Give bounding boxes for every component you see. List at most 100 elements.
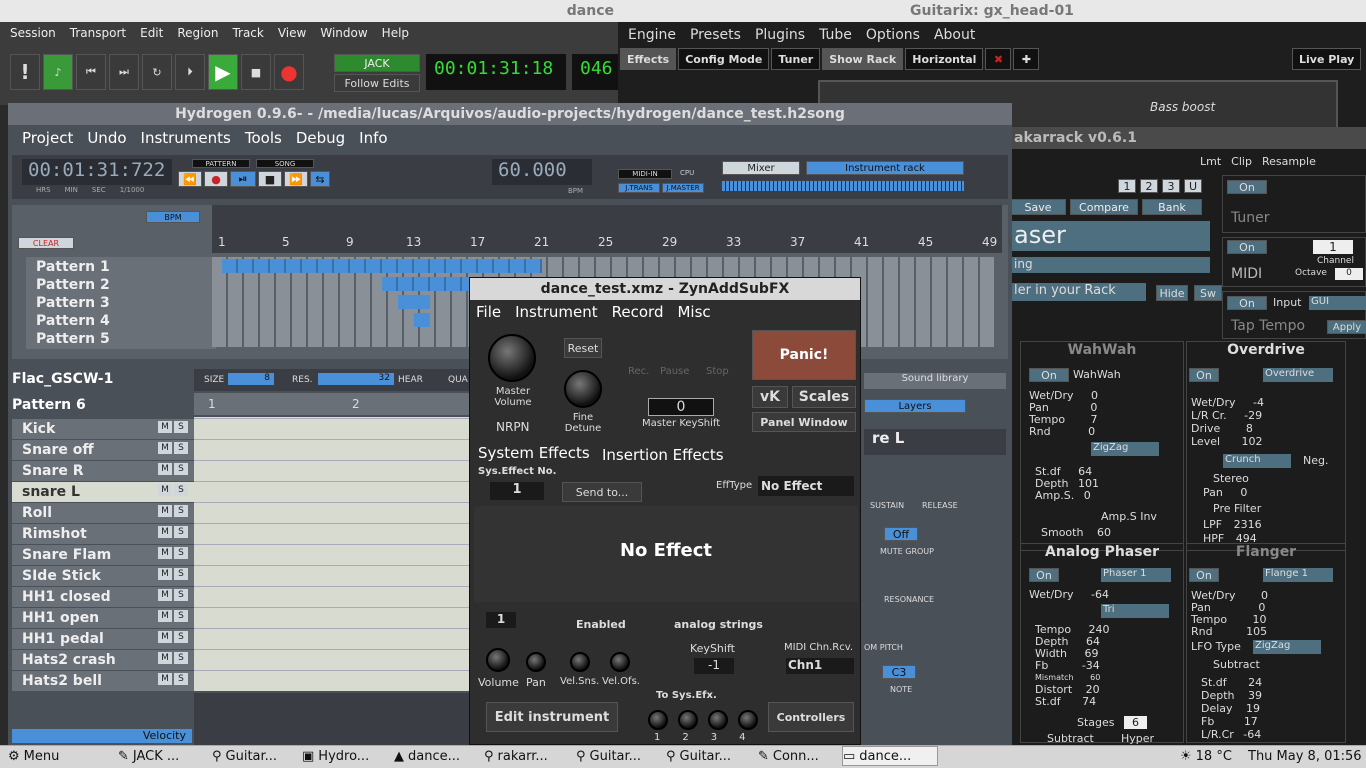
- taskbar-item-rakarrack[interactable]: ⚲ rakarr...: [484, 746, 548, 766]
- channel-value[interactable]: 1: [1313, 240, 1353, 254]
- mute-button[interactable]: M: [158, 505, 172, 517]
- panel-window-button[interactable]: Panel Window: [752, 412, 856, 432]
- tap-on-button[interactable]: On: [1227, 296, 1267, 310]
- song-mode-button[interactable]: SONG: [256, 159, 314, 168]
- metronome-button[interactable]: ♪: [43, 54, 73, 90]
- mute-button[interactable]: M: [158, 463, 172, 475]
- rec-label[interactable]: Rec.: [628, 366, 649, 377]
- vel-sns-knob[interactable]: [570, 652, 590, 672]
- mute-button[interactable]: M: [158, 484, 172, 496]
- taskbar-item-jack[interactable]: ✎ JACK ...: [118, 746, 179, 766]
- taskbar-item-dance[interactable]: ▲ dance...: [394, 746, 460, 766]
- menu-tools[interactable]: Tools: [245, 129, 282, 147]
- od-prefilter-check[interactable]: Pre Filter: [1213, 502, 1261, 515]
- solo-button[interactable]: S: [174, 421, 188, 433]
- menu-help[interactable]: Help: [382, 26, 409, 40]
- stop-label[interactable]: Stop: [706, 366, 729, 377]
- keyshift-value[interactable]: 0: [648, 398, 714, 416]
- edit-instrument-button[interactable]: Edit instrument: [486, 702, 618, 732]
- solo-button[interactable]: S: [174, 526, 188, 538]
- mute-button[interactable]: M: [158, 589, 172, 601]
- clear-button[interactable]: CLEAR: [18, 237, 74, 249]
- aphaser-lfo-select[interactable]: Tri: [1101, 604, 1169, 618]
- stop-button[interactable]: ■: [241, 54, 271, 90]
- aphaser-preset-select[interactable]: Phaser 1: [1101, 568, 1171, 582]
- midi-on-button[interactable]: On: [1227, 240, 1267, 254]
- size-value[interactable]: 8: [228, 373, 274, 385]
- mute-button[interactable]: M: [158, 547, 172, 559]
- solo-button[interactable]: S: [174, 631, 188, 643]
- aph-subtract[interactable]: Subtract: [1047, 732, 1094, 745]
- flanger-preset-select[interactable]: Flange 1: [1263, 568, 1333, 582]
- show-rack-button[interactable]: Show Rack: [822, 48, 904, 70]
- preset-2-button[interactable]: 2: [1140, 179, 1158, 193]
- tuner-on-button[interactable]: On: [1227, 180, 1267, 194]
- send-to-button[interactable]: Send to...: [562, 482, 642, 502]
- aphaser-on-button[interactable]: On: [1029, 568, 1059, 582]
- plus-icon[interactable]: ✚: [1013, 48, 1040, 70]
- menu-window[interactable]: Window: [320, 26, 367, 40]
- solo-button[interactable]: S: [174, 442, 188, 454]
- controllers-button[interactable]: Controllers: [768, 702, 854, 732]
- preset-u-button[interactable]: U: [1184, 179, 1202, 193]
- solo-button[interactable]: S: [174, 463, 188, 475]
- menu-view[interactable]: View: [278, 26, 306, 40]
- config-mode-button[interactable]: Config Mode: [678, 48, 770, 70]
- menu-instrument[interactable]: Instrument: [515, 303, 598, 321]
- sound-library-tab[interactable]: Sound library: [864, 373, 1006, 389]
- loop-button[interactable]: ⇆: [310, 171, 330, 187]
- od-stereo-check[interactable]: Stereo: [1213, 472, 1249, 485]
- menu-record[interactable]: Record: [612, 303, 664, 321]
- hydrogen-bpm[interactable]: 60.000: [492, 159, 592, 185]
- mute-button[interactable]: M: [158, 526, 172, 538]
- forward-button[interactable]: ⏩: [284, 171, 308, 187]
- menu-undo[interactable]: Undo: [87, 129, 126, 147]
- od-neg-check[interactable]: Neg.: [1303, 454, 1328, 467]
- menu-file[interactable]: File: [476, 303, 501, 321]
- solo-button[interactable]: S: [174, 589, 188, 601]
- overdrive-preset-select[interactable]: Overdrive: [1263, 368, 1333, 382]
- bank-button[interactable]: Bank: [1142, 199, 1202, 215]
- mute-button[interactable]: M: [158, 652, 172, 664]
- taskbar-item-hydrogen[interactable]: ▣ Hydro...: [302, 746, 369, 766]
- taskbar-item-guitarix-2[interactable]: ⚲ Guitar...: [576, 746, 641, 766]
- overdrive-on-button[interactable]: On: [1189, 368, 1219, 382]
- solo-button[interactable]: S: [174, 673, 188, 685]
- jack-button[interactable]: JACK: [334, 54, 420, 72]
- menu-about[interactable]: About: [934, 27, 975, 43]
- apply-button[interactable]: Apply: [1327, 320, 1366, 334]
- follow-edits-button[interactable]: Follow Edits: [334, 74, 420, 92]
- menu-presets[interactable]: Presets: [690, 27, 741, 43]
- sysefx-3-knob[interactable]: [708, 710, 728, 730]
- fl-lfo-select[interactable]: ZigZag: [1253, 640, 1321, 654]
- fl-subtract[interactable]: Subtract: [1213, 658, 1260, 671]
- taskbar-item-guitarix-3[interactable]: ⚲ Guitar...: [666, 746, 731, 766]
- preset-3-button[interactable]: 3: [1162, 179, 1180, 193]
- master-volume-knob[interactable]: [488, 334, 536, 382]
- goto-end-button[interactable]: ⏭: [109, 54, 139, 90]
- pan-knob[interactable]: [526, 652, 546, 672]
- effects-button[interactable]: Effects: [620, 48, 677, 70]
- pattern-1-label[interactable]: Pattern 1: [26, 257, 216, 277]
- panic-button[interactable]: Panic!: [752, 330, 856, 380]
- menu-misc[interactable]: Misc: [677, 303, 710, 321]
- input-select[interactable]: GUI: [1309, 296, 1366, 310]
- solo-button[interactable]: S: [174, 610, 188, 622]
- solo-button[interactable]: S: [174, 484, 188, 496]
- rewind-button[interactable]: ⏪: [178, 171, 202, 187]
- sysefx-1-knob[interactable]: [648, 710, 668, 730]
- mute-button[interactable]: M: [158, 610, 172, 622]
- enabled-check[interactable]: Enabled: [576, 618, 626, 631]
- solo-button[interactable]: S: [174, 547, 188, 559]
- mute-group-value[interactable]: Off: [884, 527, 918, 541]
- wahwah-on-button[interactable]: On: [1029, 368, 1069, 382]
- close-icon[interactable]: ✖: [985, 48, 1012, 70]
- pause-label[interactable]: Pause: [660, 366, 689, 377]
- taskbar-item-guitarix-1[interactable]: ⚲ Guitar...: [212, 746, 277, 766]
- compare-button[interactable]: Compare: [1070, 199, 1138, 215]
- jtrans-button[interactable]: J.TRANS: [618, 183, 660, 193]
- pattern-2-label[interactable]: Pattern 2: [26, 275, 216, 295]
- mute-button[interactable]: M: [158, 631, 172, 643]
- taskbar-item-connections[interactable]: ✎ Conn...: [758, 746, 819, 766]
- aph-hyper[interactable]: Hyper: [1121, 732, 1154, 745]
